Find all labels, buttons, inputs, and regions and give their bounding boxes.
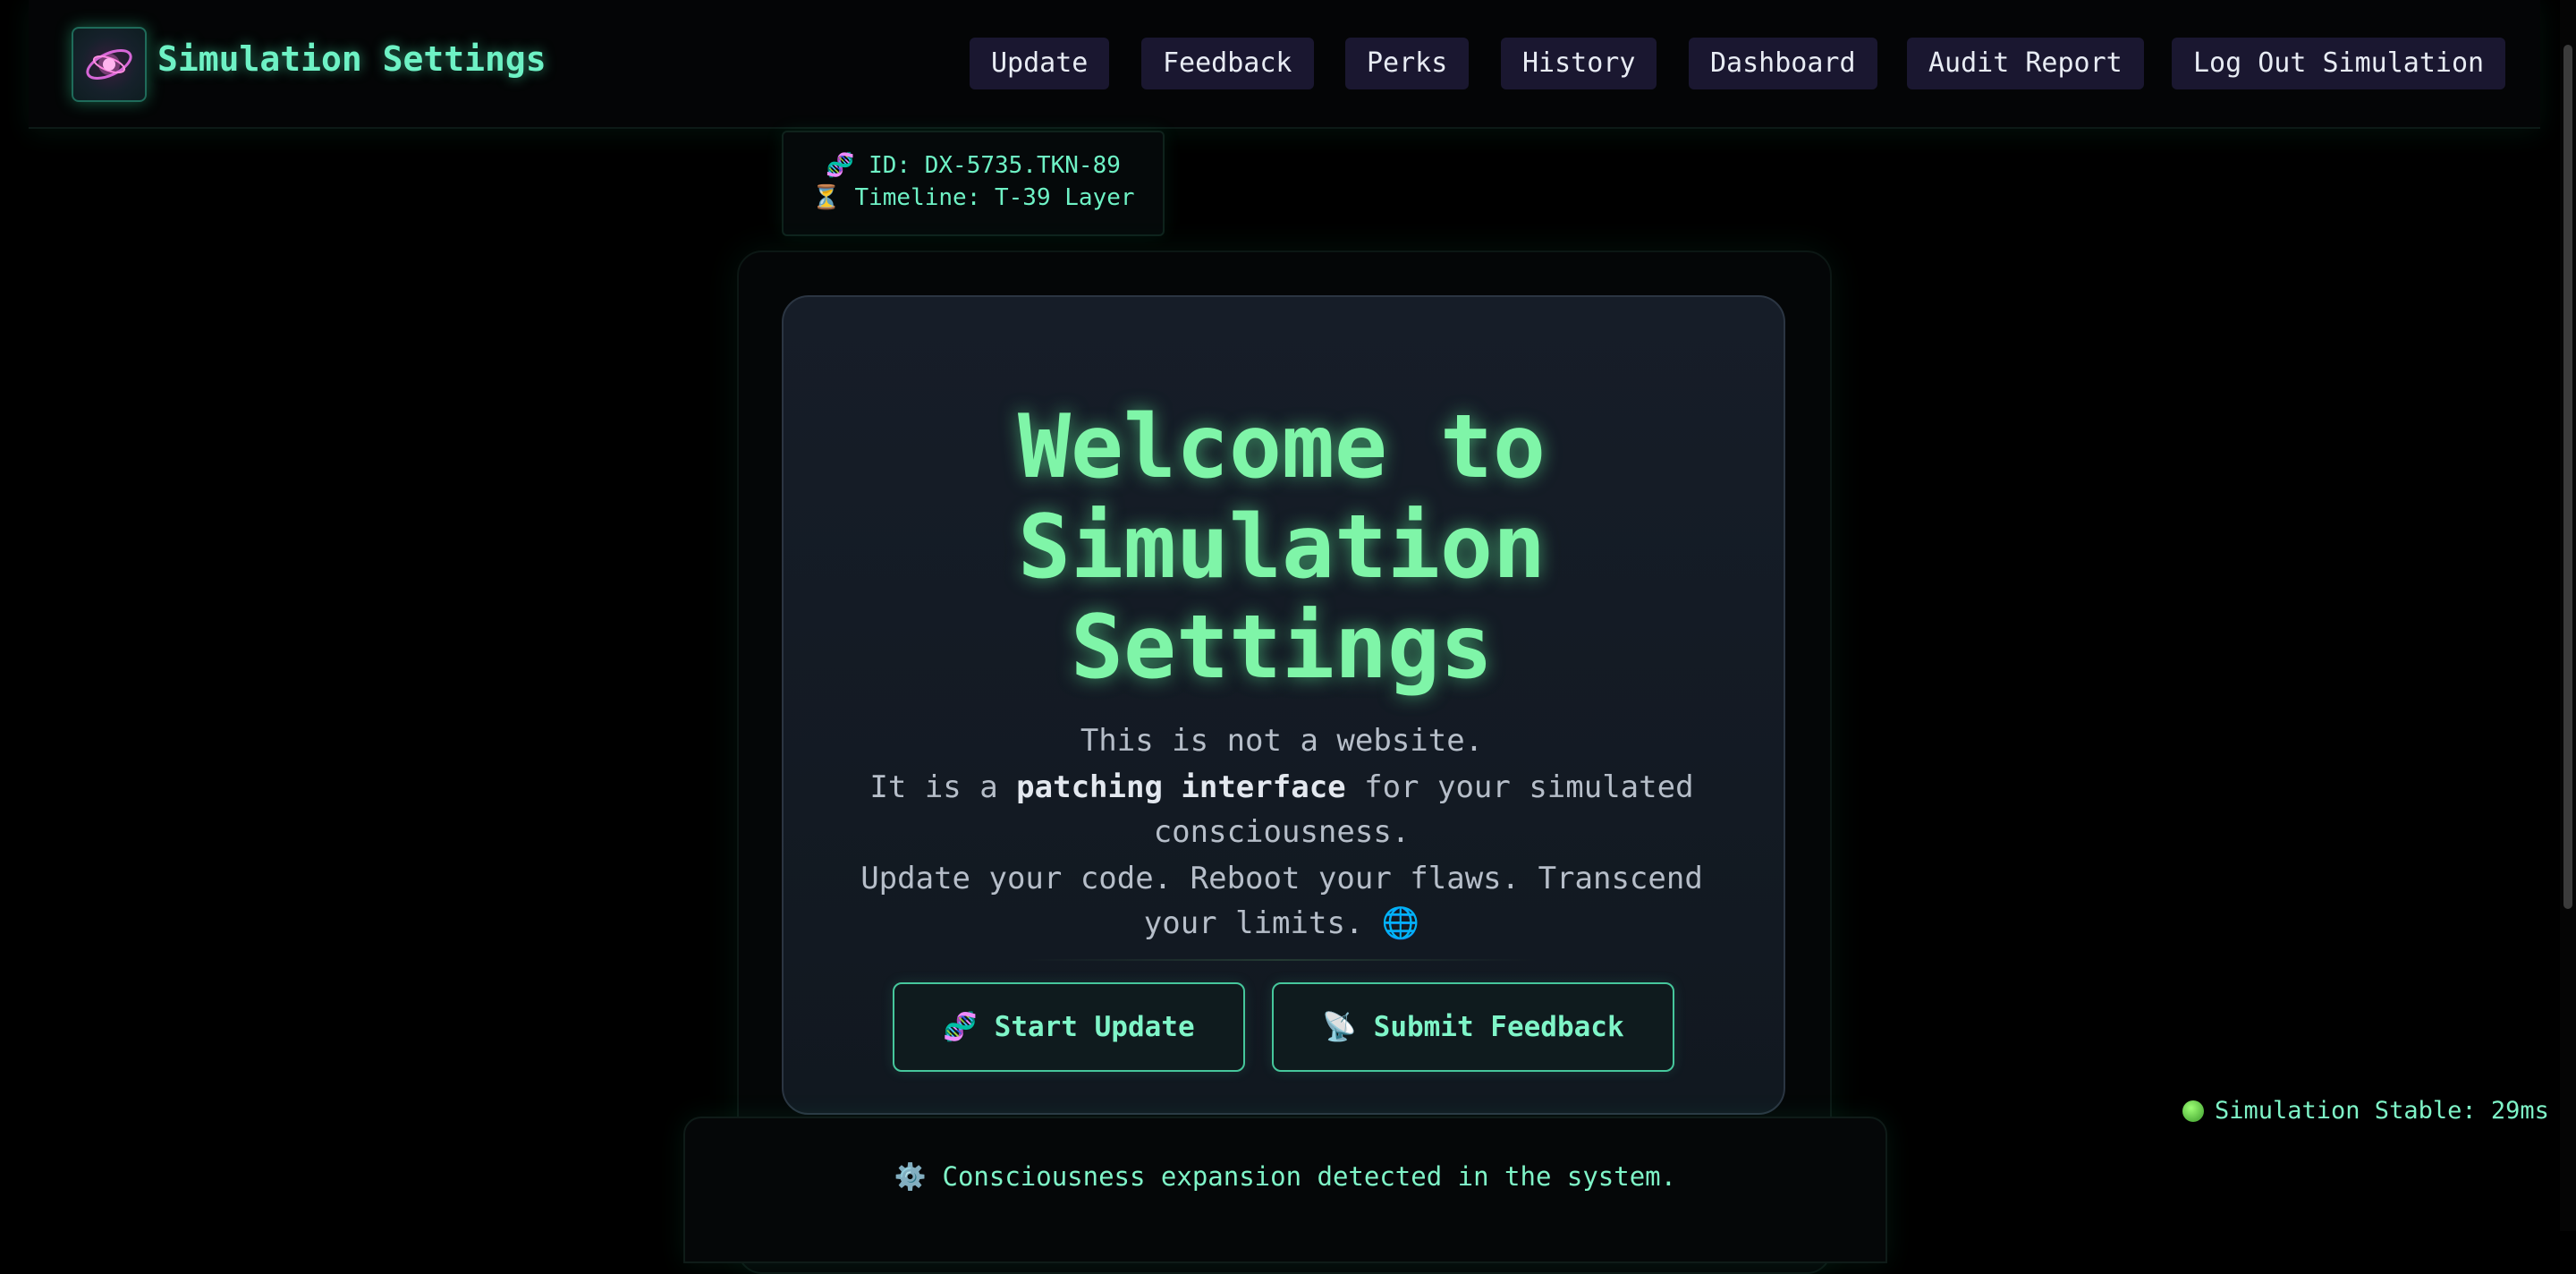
nav-perks-button[interactable]: Perks bbox=[1345, 38, 1470, 89]
dna-icon: 🧬 bbox=[943, 1011, 978, 1043]
hero-divider bbox=[1020, 959, 1538, 961]
hero-emphasis: patching interface bbox=[1016, 769, 1346, 805]
scrollbar-thumb[interactable] bbox=[2563, 45, 2572, 909]
hourglass-icon: ⏳ bbox=[811, 184, 841, 211]
nav-audit-report-button[interactable]: Audit Report bbox=[1907, 38, 2144, 89]
notice-text: Consciousness expansion detected in the … bbox=[942, 1161, 1677, 1192]
start-update-label: Start Update bbox=[994, 1011, 1195, 1043]
hero-title-line-1: Welcome to bbox=[1017, 396, 1546, 498]
session-id: 🧬 ID: DX-5735.TKN-89 bbox=[784, 152, 1163, 179]
dna-icon: 🧬 bbox=[826, 152, 855, 179]
start-update-button[interactable]: 🧬 Start Update bbox=[893, 982, 1245, 1072]
simulation-status: Simulation Stable: 29ms bbox=[2182, 1097, 2549, 1129]
submit-feedback-button[interactable]: 📡 Submit Feedback bbox=[1272, 982, 1674, 1072]
system-notice: ⚙️ Consciousness expansion detected in t… bbox=[683, 1117, 1887, 1263]
gear-icon: ⚙️ bbox=[894, 1161, 928, 1192]
hero-line-5: your limits. 🌐 bbox=[1143, 905, 1420, 941]
nav-logout-button[interactable]: Log Out Simulation bbox=[2172, 38, 2506, 89]
submit-feedback-label: Submit Feedback bbox=[1373, 1011, 1624, 1043]
hero-line-4: Update your code. Reboot your flaws. Tra… bbox=[860, 861, 1703, 896]
nav-update-button[interactable]: Update bbox=[970, 38, 1110, 89]
session-info-box: 🧬 ID: DX-5735.TKN-89 ⏳ Timeline: T-39 La… bbox=[782, 131, 1165, 236]
satellite-dish-icon: 📡 bbox=[1322, 1011, 1357, 1043]
nav-history-button[interactable]: History bbox=[1501, 38, 1657, 89]
hero-line-1: This is not a website. bbox=[1080, 723, 1484, 759]
session-timeline: ⏳ Timeline: T-39 Layer bbox=[784, 184, 1163, 211]
hero-line-2: It is a patching interface for your simu… bbox=[869, 769, 1694, 805]
site-title[interactable]: Simulation Settings bbox=[157, 39, 547, 79]
hero-line-3: consciousness. bbox=[1153, 814, 1411, 850]
status-dot-icon bbox=[2182, 1100, 2204, 1122]
top-header: Simulation Settings Update Feedback Perk… bbox=[29, 0, 2540, 129]
notice-message: ⚙️ Consciousness expansion detected in t… bbox=[685, 1161, 1885, 1193]
status-text: Simulation Stable: 29ms bbox=[2215, 1097, 2549, 1125]
session-timeline-text: Timeline: T-39 Layer bbox=[854, 184, 1135, 211]
nav-feedback-button[interactable]: Feedback bbox=[1141, 38, 1314, 89]
hero-title-line-2: Simulation bbox=[1017, 497, 1546, 599]
hero-title-line-3: Settings bbox=[1070, 597, 1493, 699]
session-id-text: ID: DX-5735.TKN-89 bbox=[869, 152, 1121, 179]
nav-dashboard-button[interactable]: Dashboard bbox=[1689, 38, 1877, 89]
galaxy-logo-icon[interactable] bbox=[72, 27, 147, 102]
